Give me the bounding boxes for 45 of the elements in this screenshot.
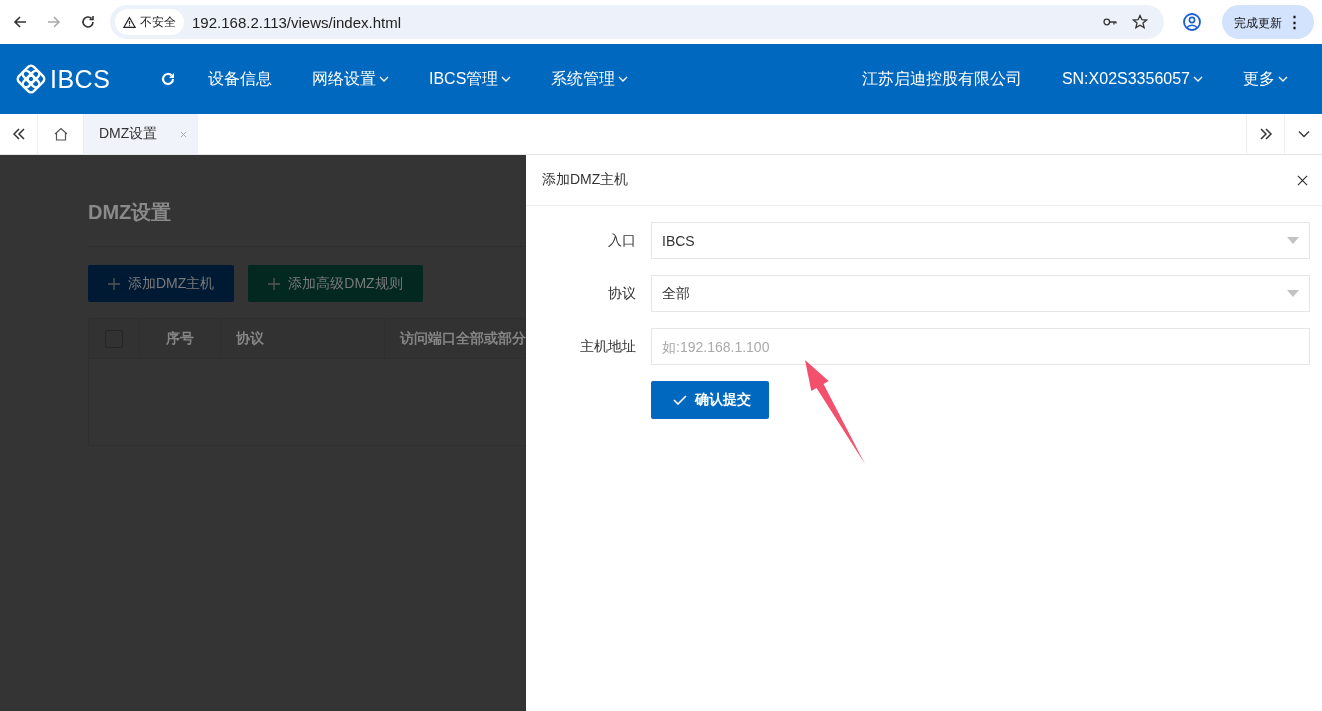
dropdown-icon: [1287, 290, 1299, 297]
security-chip[interactable]: 不安全: [115, 9, 184, 35]
plus-icon: [268, 277, 281, 290]
field-label: 协议: [607, 284, 636, 303]
nav-menu[interactable]: IBCS管理: [409, 59, 532, 99]
input-field[interactable]: 如:192.168.1.100: [651, 328, 1310, 365]
select-field[interactable]: IBCS: [651, 222, 1310, 259]
reload-icon[interactable]: [80, 14, 96, 30]
plus-icon: [108, 277, 120, 290]
column-header: 访问端口全部或部分: [398, 328, 526, 348]
header-menu[interactable]: SN:X02S3356057: [1041, 59, 1223, 99]
header-menu[interactable]: 更多: [1223, 59, 1308, 99]
add-button[interactable]: 添加高级DMZ规则: [248, 265, 423, 302]
page-tab[interactable]: DMZ设置: [84, 114, 199, 154]
drawer-title: 添加DMZ主机: [542, 171, 629, 189]
nav-menu[interactable]: 设备信息: [188, 59, 292, 99]
tab-label: DMZ设置: [99, 125, 158, 143]
close-icon[interactable]: [1297, 174, 1308, 186]
logo-text: IBCS: [50, 64, 111, 94]
submit-button[interactable]: 确认提交: [651, 381, 769, 419]
address-bar[interactable]: 不安全 192.168.2.113/views/index.html: [110, 5, 1164, 39]
star-icon[interactable]: [1131, 14, 1148, 30]
url-text: 192.168.2.113/views/index.html: [192, 13, 402, 31]
field-label: 主机地址: [579, 337, 636, 356]
check-icon: [673, 395, 687, 405]
profile-icon[interactable]: [1181, 12, 1202, 32]
select-field[interactable]: 全部: [651, 275, 1310, 312]
logo-icon: [16, 64, 46, 94]
field-label: 入口: [607, 231, 636, 250]
nav-menu[interactable]: 网络设置: [292, 59, 409, 99]
security-label: 不安全: [140, 13, 176, 31]
column-header: 协议: [221, 319, 385, 358]
home-icon: [52, 126, 69, 142]
add-button[interactable]: 添加DMZ主机: [88, 265, 235, 302]
double-chevron-left-icon: [10, 126, 27, 142]
nav-menu[interactable]: 系统管理: [531, 59, 649, 99]
update-button[interactable]: 完成更新 ⋮: [1221, 5, 1314, 39]
back-icon[interactable]: [12, 14, 28, 30]
column-header: 序号: [140, 319, 221, 358]
warning-icon: [123, 15, 136, 29]
page-title: DMZ设置: [88, 199, 526, 247]
dropdown-icon: [1287, 237, 1299, 244]
double-chevron-right-icon: [1257, 126, 1274, 142]
refresh-icon[interactable]: [160, 71, 176, 87]
header-menu[interactable]: 江苏启迪控股有限公司: [841, 59, 1042, 99]
